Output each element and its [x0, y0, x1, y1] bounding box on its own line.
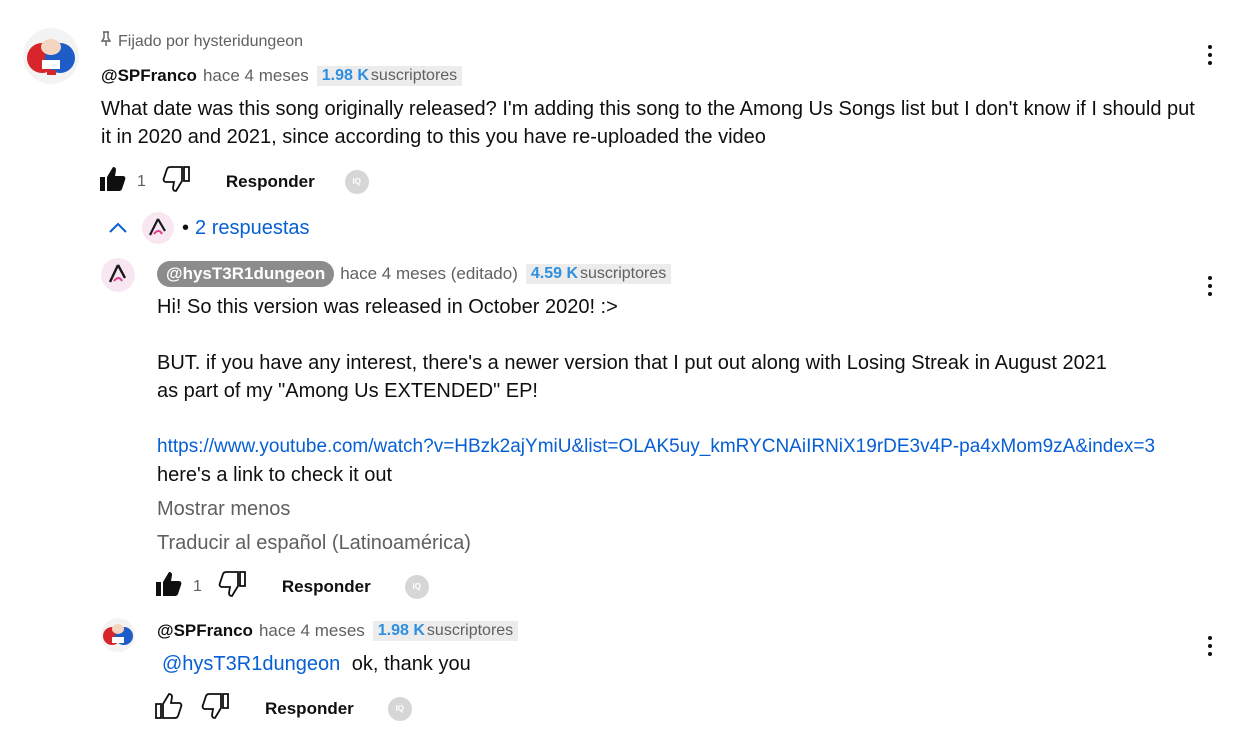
iq-icon[interactable]: IQ	[387, 696, 412, 721]
bullet: •	[182, 216, 190, 239]
more-actions-icon[interactable]	[1207, 276, 1213, 296]
dislike-icon[interactable]	[201, 693, 229, 724]
subscriber-badge: 4.59 K suscriptores	[525, 264, 672, 284]
reply-header: @SPFranco hace 4 meses 1.98 K suscriptor…	[157, 621, 519, 641]
like-count: 1	[137, 172, 146, 190]
subscriber-count: 4.59 K	[530, 265, 578, 282]
avatar-hyst3r1dungeon[interactable]	[101, 258, 135, 292]
replies-count[interactable]: 2 respuestas	[195, 217, 310, 240]
dislike-icon[interactable]	[218, 571, 246, 602]
translate-button[interactable]: Traducir al español (Latinoamérica)	[157, 529, 471, 557]
comment-text-line: it in 2020 and 2021, since according to …	[101, 126, 766, 148]
subscriber-badge: 1.98 K suscriptores	[372, 621, 519, 641]
pin-icon	[100, 31, 112, 52]
like-filled-icon[interactable]	[99, 166, 127, 197]
comment-actions: 1 Responder IQ	[99, 166, 369, 197]
iq-icon[interactable]: IQ	[404, 574, 429, 599]
reply-actions: 1 Responder IQ	[155, 571, 429, 602]
author-handle[interactable]: @SPFranco	[157, 621, 253, 641]
creator-handle-chip[interactable]: @hysT3R1dungeon	[157, 261, 335, 287]
subscriber-badge: 1.98 K suscriptores	[316, 66, 463, 86]
author-handle[interactable]: @SPFranco	[101, 66, 197, 86]
iq-icon[interactable]: IQ	[344, 169, 369, 194]
pinned-text: Fijado por hysteridungeon	[118, 32, 304, 50]
comment-text: What date was this song originally relea…	[101, 95, 1201, 151]
more-actions-icon[interactable]	[1207, 636, 1213, 656]
reply-button[interactable]: Responder	[265, 699, 354, 719]
chevron-up-icon[interactable]	[108, 217, 128, 240]
reply-text: @hysT3R1dungeon ok, thank you	[162, 650, 471, 678]
subscriber-count: 1.98 K	[321, 67, 369, 84]
subscriber-count: 1.98 K	[377, 622, 425, 639]
reply-text-line: ok, thank you	[351, 653, 471, 675]
like-count: 1	[193, 577, 202, 595]
reply-actions: Responder IQ	[155, 693, 412, 724]
avatar-spfranco[interactable]	[23, 28, 79, 84]
replies-toggle[interactable]: • 2 respuestas	[108, 212, 310, 244]
reply-text-line: as part of my "Among Us EXTENDED" EP!	[157, 380, 538, 402]
comment-header: @SPFranco hace 4 meses 1.98 K suscriptor…	[101, 66, 463, 86]
reply-button[interactable]: Responder	[226, 172, 315, 192]
subscriber-label: suscriptores	[370, 67, 458, 84]
reply-button[interactable]: Responder	[282, 577, 371, 597]
show-less-button[interactable]: Mostrar menos	[157, 495, 290, 523]
pinned-label: Fijado por hysteridungeon	[100, 31, 303, 52]
subscriber-label: suscriptores	[426, 622, 514, 639]
reply-text-line: BUT. if you have any interest, there's a…	[157, 352, 1107, 374]
reply-header: @hysT3R1dungeon hace 4 meses (editado) 4…	[157, 261, 672, 287]
like-filled-icon[interactable]	[155, 571, 183, 602]
avatar-spfranco[interactable]	[101, 618, 135, 652]
youtube-link[interactable]: https://www.youtube.com/watch?v=HBzk2ajY…	[157, 433, 1197, 461]
dislike-icon[interactable]	[162, 166, 190, 197]
subscriber-label: suscriptores	[580, 265, 667, 282]
mention-link[interactable]: @hysT3R1dungeon	[162, 653, 340, 675]
like-icon[interactable]	[155, 693, 183, 724]
more-actions-icon[interactable]	[1207, 45, 1213, 65]
reply-text: Hi! So this version was released in Octo…	[157, 293, 1197, 489]
comment-time[interactable]: hace 4 meses	[203, 66, 309, 86]
comment-text-line: What date was this song originally relea…	[101, 98, 1195, 120]
reply-time[interactable]: hace 4 meses (editado)	[340, 264, 518, 284]
creator-avatar	[142, 212, 174, 244]
reply-time[interactable]: hace 4 meses	[259, 621, 365, 641]
reply-text-line: Hi! So this version was released in Octo…	[157, 296, 618, 318]
reply-text-line: here's a link to check it out	[157, 464, 393, 486]
